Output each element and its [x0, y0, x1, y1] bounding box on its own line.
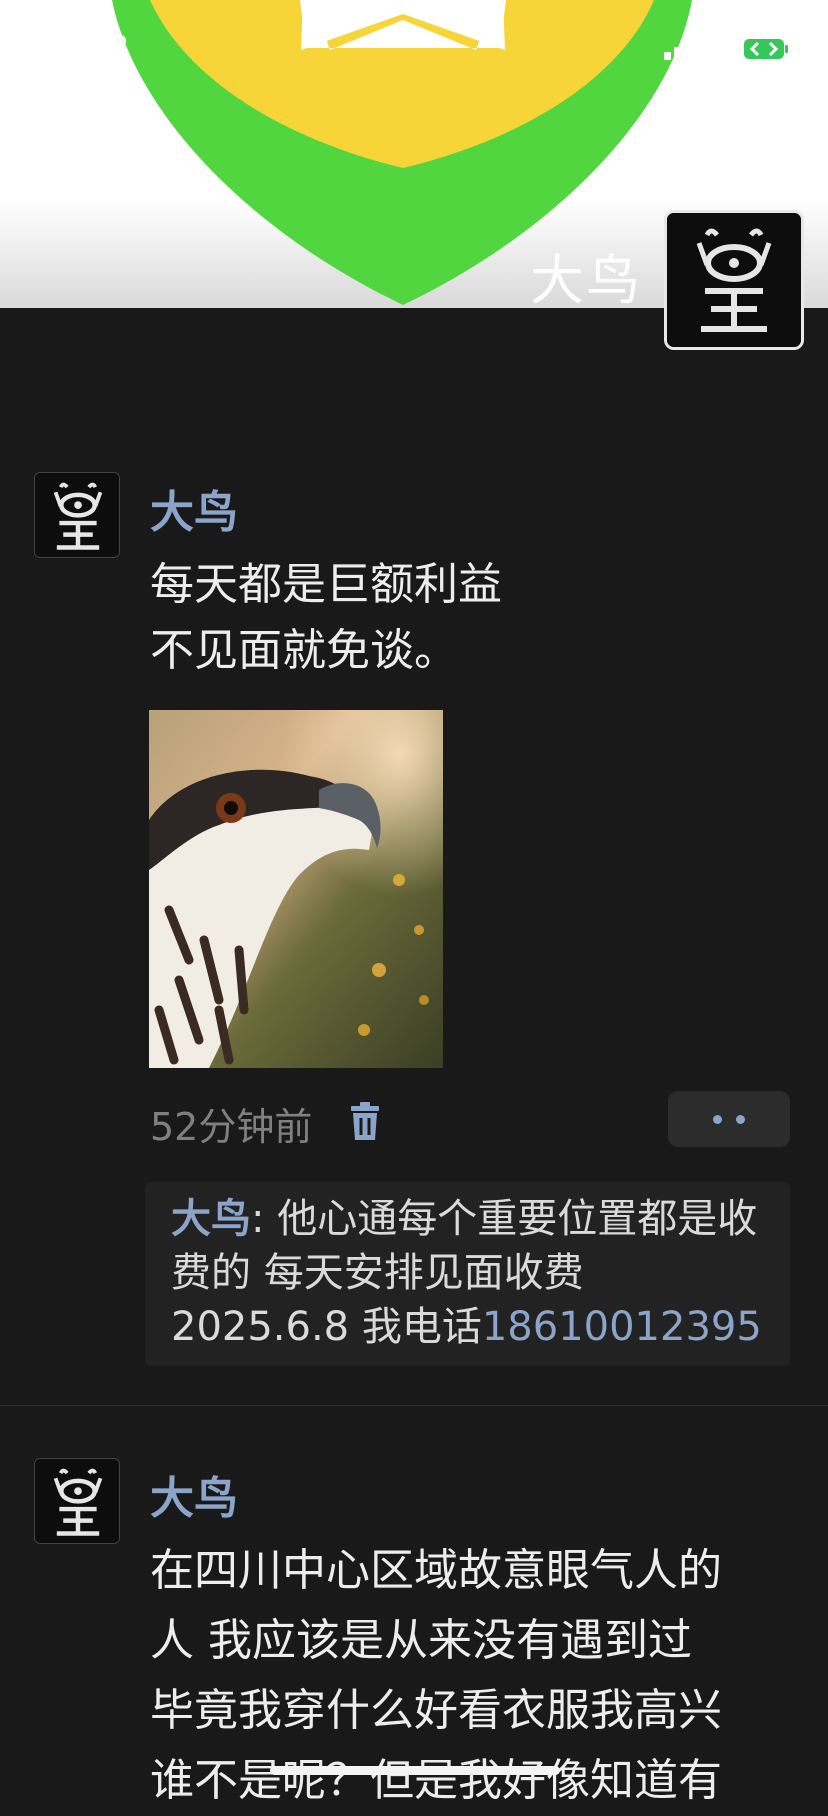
post-author[interactable]: 大鸟 — [150, 1462, 238, 1526]
comment-phone-link[interactable]: 18610012395 — [482, 1304, 762, 1350]
post-author[interactable]: 大鸟 — [150, 476, 238, 540]
comment-separator: : — [251, 1196, 278, 1242]
more-dot-icon — [713, 1114, 722, 1124]
status-time: 2 — [108, 30, 129, 65]
signal-icon — [664, 38, 701, 60]
post-avatar[interactable] — [34, 472, 120, 558]
post-text-line: 毕竟我穿什么好看衣服我高兴 — [150, 1685, 722, 1736]
comment-author[interactable]: 大鸟 — [171, 1196, 251, 1242]
post-divider — [0, 1405, 828, 1406]
post-text-line: 不见面就免谈。 — [150, 625, 458, 676]
profile-name: 大鸟 — [530, 249, 642, 308]
more-actions-button[interactable] — [668, 1091, 790, 1147]
post-text-line: 在四川中心区域故意眼气人的 — [150, 1545, 722, 1596]
glyph-avatar-icon — [35, 1459, 119, 1543]
post-text-line: 谁不是呢？但是我好像知道有 — [150, 1755, 722, 1806]
post-photo-eagle[interactable] — [149, 710, 443, 1068]
post-time: 52分钟前 — [150, 1105, 313, 1149]
post-text-line: 每天都是巨额利益 — [150, 559, 502, 610]
moments-feed: 大鸟 每天都是巨额利益 不见面就免谈。 52分钟前 大鸟: 他心通每个重要位置都… — [0, 308, 828, 1806]
post-avatar[interactable] — [34, 1458, 120, 1544]
feed-post: 大鸟 每天都是巨额利益 不见面就免谈。 52分钟前 大鸟: 他心通每个重要位置都… — [0, 308, 828, 1408]
more-dot-icon — [736, 1114, 745, 1124]
feed-post: 大鸟 在四川中心区域故意眼气人的 人 我应该是从来没有遇到过 毕竟我穿什么好看衣… — [0, 1408, 828, 1808]
eagle-photo — [149, 710, 443, 1068]
post-text-line: 人 我应该是从来没有遇到过 — [150, 1615, 692, 1666]
glyph-avatar-icon — [35, 473, 119, 557]
post-text: 每天都是巨额利益 不见面就免谈。 — [150, 552, 798, 684]
delete-trash-icon[interactable] — [348, 1102, 382, 1142]
battery-icon — [744, 39, 788, 59]
comment-box: 大鸟: 他心通每个重要位置都是收费的 每天安排见面收费 2025.6.8 我电话… — [145, 1182, 790, 1366]
home-indicator[interactable] — [270, 1766, 560, 1775]
